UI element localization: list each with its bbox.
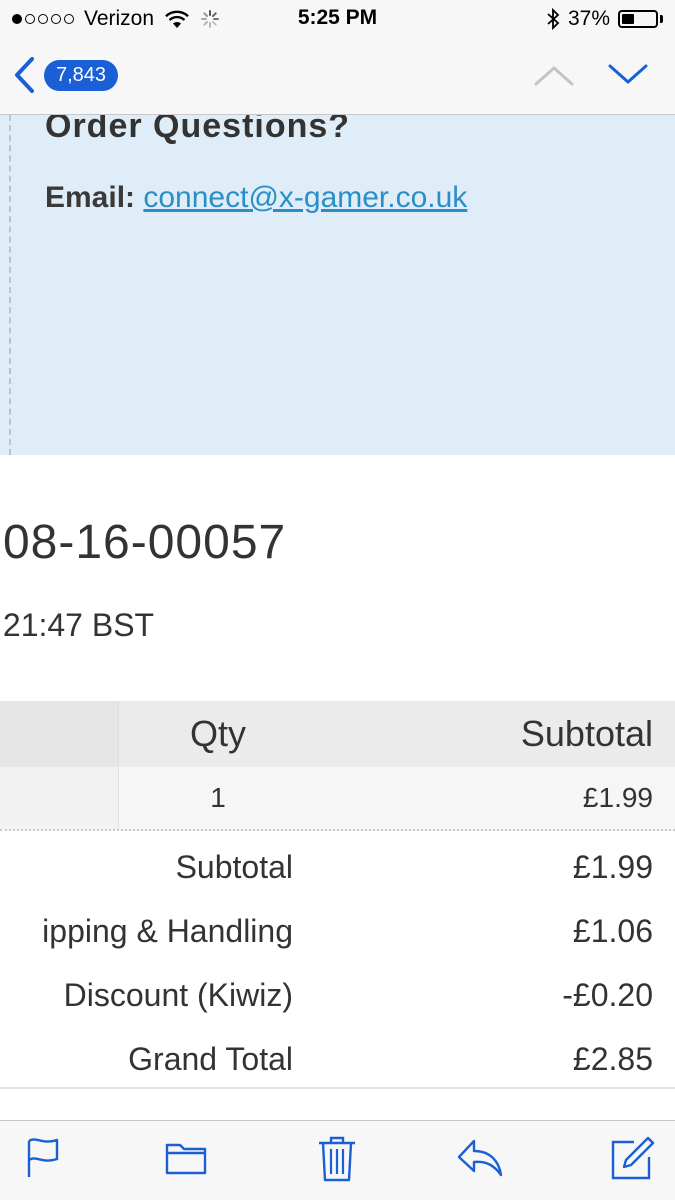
- back-button[interactable]: 7,843: [12, 55, 119, 95]
- grand-total-label: Grand Total: [128, 1041, 293, 1077]
- order-questions-heading: Order Questions?: [45, 115, 351, 145]
- battery-percent: 37%: [567, 7, 610, 30]
- contact-email-line: Email: connect@x-gamer.co.uk: [45, 181, 467, 215]
- next-message-button[interactable]: [606, 60, 650, 95]
- dashed-divider: [9, 115, 11, 455]
- bluetooth-icon: [547, 8, 560, 30]
- compose-button[interactable]: [610, 1135, 656, 1186]
- discount-label: Discount (Kiwiz): [63, 977, 293, 1013]
- email-body[interactable]: Order Questions? Email: connect@x-gamer.…: [0, 115, 675, 1120]
- chevron-down-icon: [608, 64, 648, 84]
- order-timestamp: :21:47 BST: [0, 607, 155, 643]
- reply-button[interactable]: [456, 1135, 504, 1184]
- status-right: 37%: [546, 6, 663, 32]
- mail-toolbar: [0, 1120, 675, 1200]
- mail-nav-bar: 7,843: [0, 38, 675, 115]
- grand-total-row: Grand Total £2.85: [0, 1027, 675, 1091]
- qty-column-header: Qty: [189, 713, 246, 754]
- trash-button[interactable]: [316, 1135, 358, 1188]
- subtotal-value: £1.99: [572, 849, 653, 885]
- subtotal-cell: £1.99: [582, 782, 653, 813]
- chevron-up-icon: [534, 66, 574, 86]
- discount-value: -£0.20: [562, 977, 653, 1013]
- unread-count-badge: 7,843: [44, 59, 119, 91]
- compose-icon: [611, 1136, 655, 1180]
- email-label: Email:: [45, 181, 136, 214]
- table-row: 1 £1.99: [0, 767, 675, 831]
- contact-email-link[interactable]: connect@x-gamer.co.uk: [143, 181, 467, 214]
- subtotal-row: Subtotal £1.99: [0, 835, 675, 899]
- folder-icon: [165, 1143, 207, 1175]
- move-to-folder-button[interactable]: [164, 1135, 208, 1184]
- flag-icon: [27, 1138, 59, 1177]
- subtotal-column-header: Subtotal: [520, 713, 653, 754]
- item-cell: [0, 767, 119, 829]
- subtotal-label: Subtotal: [175, 849, 293, 885]
- flag-button[interactable]: [24, 1135, 62, 1184]
- battery-icon: [618, 10, 658, 28]
- reply-icon: [457, 1139, 503, 1177]
- status-bar: Verizon 5:25 PM 37%: [0, 0, 675, 38]
- items-table-header: Qty Subtotal: [0, 701, 675, 767]
- grand-total-value: £2.85: [572, 1041, 653, 1077]
- discount-row: Discount (Kiwiz) -£0.20: [0, 963, 675, 1027]
- order-number: -08-16-00057: [0, 516, 287, 569]
- shipping-row: ipping & Handling £1.06: [0, 899, 675, 963]
- item-column-header: [0, 701, 119, 767]
- previous-message-button[interactable]: [532, 60, 576, 95]
- chevron-left-icon: [15, 57, 34, 93]
- shipping-value: £1.06: [572, 913, 653, 949]
- trash-icon: [319, 1136, 355, 1182]
- qty-cell: 1: [210, 782, 226, 813]
- shipping-label: ipping & Handling: [42, 913, 293, 949]
- order-questions-panel: Order Questions? Email: connect@x-gamer.…: [0, 115, 675, 455]
- totals-divider: [0, 1087, 675, 1089]
